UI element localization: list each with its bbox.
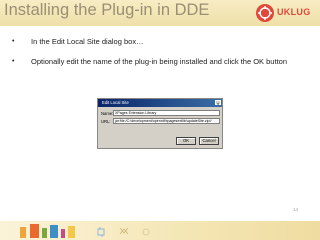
slide: Installing the Plug-in in DDE UKLUG • In… — [0, 0, 320, 240]
logo-text: UKLUG — [277, 7, 311, 17]
dialog-title: Edit Local Site — [102, 100, 129, 105]
slide-title: Installing the Plug-in in DDE — [4, 1, 210, 19]
name-label: Name: — [101, 111, 114, 116]
bullet-text-2: Optionally edit the name of the plug-in … — [31, 57, 287, 66]
logo-emblem-icon — [256, 4, 274, 22]
cancel-button[interactable]: Cancel — [199, 137, 219, 145]
dialog-close-button[interactable]: x — [215, 100, 221, 106]
name-field[interactable]: XPages Extension Library — [113, 110, 220, 116]
edit-local-site-dialog: Edit Local Site x Name: XPages Extension… — [97, 98, 223, 149]
title-band: Installing the Plug-in in DDE UKLUG — [0, 0, 320, 26]
bullet-icon: • — [12, 58, 15, 65]
uklug-logo: UKLUG — [256, 3, 320, 23]
bullet-icon: • — [12, 38, 15, 45]
page-number: 14 — [293, 207, 299, 212]
ok-button[interactable]: OK — [176, 137, 196, 145]
footer-graphic — [20, 224, 150, 238]
dialog-title-bar: Edit Local Site x — [98, 99, 222, 107]
url-field[interactable]: jar:file:/C:/development/openntf/xpagese… — [113, 118, 220, 124]
url-label: URL: — [101, 119, 111, 124]
bullet-text-1: In the Edit Local Site dialog box… — [31, 37, 144, 46]
footer-banner — [0, 221, 320, 240]
